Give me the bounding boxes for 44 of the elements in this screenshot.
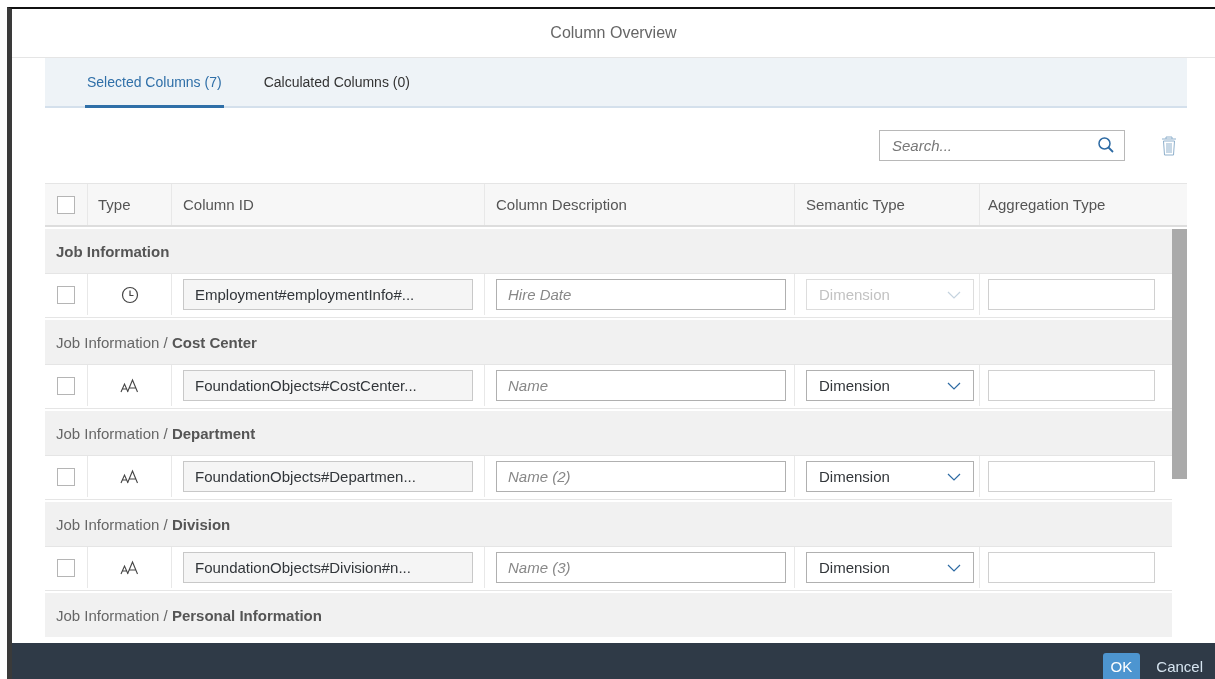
text-type-icon [119, 559, 140, 576]
column-id-field[interactable]: FoundationObjects#Departmen... [183, 461, 473, 492]
checkbox[interactable] [57, 376, 75, 395]
aggregation-field[interactable] [988, 552, 1155, 583]
group-label: Job Information / Department [56, 424, 256, 442]
column-header: Column ID [183, 196, 254, 213]
semantic-type-dropdown[interactable]: Dimension [806, 552, 974, 583]
group-label: Job Information / Cost Center [56, 333, 257, 351]
tab[interactable]: Selected Columns (7) [85, 58, 224, 108]
clock-icon [120, 285, 139, 304]
column-header: Column Description [496, 196, 627, 213]
aggregation-field[interactable] [988, 370, 1155, 401]
description-field[interactable]: Name (3) [496, 552, 786, 583]
group-label: Job Information / Division [56, 515, 231, 533]
delete-icon[interactable] [1161, 135, 1177, 156]
column-header: Aggregation Type [988, 196, 1106, 213]
chevron-down-icon[interactable] [947, 381, 961, 390]
search-icon[interactable] [1097, 136, 1115, 154]
chevron-down-icon[interactable] [947, 563, 961, 572]
aggregation-field[interactable] [988, 461, 1155, 492]
checkbox[interactable] [57, 285, 75, 304]
aggregation-field[interactable] [988, 279, 1155, 310]
text-type-icon [119, 377, 140, 394]
column-id-field[interactable]: FoundationObjects#Division#n... [183, 552, 473, 583]
column-id-field[interactable]: FoundationObjects#CostCenter... [183, 370, 473, 401]
group-label: Job Information / Personal Information [56, 606, 322, 624]
semantic-type-dropdown[interactable]: Dimension [806, 461, 974, 492]
chevron-down-icon[interactable] [947, 472, 961, 481]
description-field[interactable]: Hire Date [496, 279, 786, 310]
description-field[interactable]: Name [496, 370, 786, 401]
search-field[interactable]: Search... [879, 130, 1125, 161]
text-type-icon [119, 468, 140, 485]
group-label: Job Information [56, 242, 170, 260]
column-header: Type [98, 196, 131, 213]
checkbox[interactable] [57, 195, 75, 214]
footer-button[interactable]: Cancel [1150, 653, 1209, 679]
description-field[interactable]: Name (2) [496, 461, 786, 492]
dialog-title: Column Overview [550, 24, 677, 42]
column-header: Semantic Type [806, 196, 905, 213]
tab[interactable]: Calculated Columns (0) [261, 58, 412, 108]
column-id-field[interactable]: Employment#employmentInfo#... [183, 279, 473, 310]
checkbox[interactable] [57, 467, 75, 486]
checkbox[interactable] [57, 558, 75, 577]
semantic-type-dropdown[interactable]: Dimension [806, 370, 974, 401]
